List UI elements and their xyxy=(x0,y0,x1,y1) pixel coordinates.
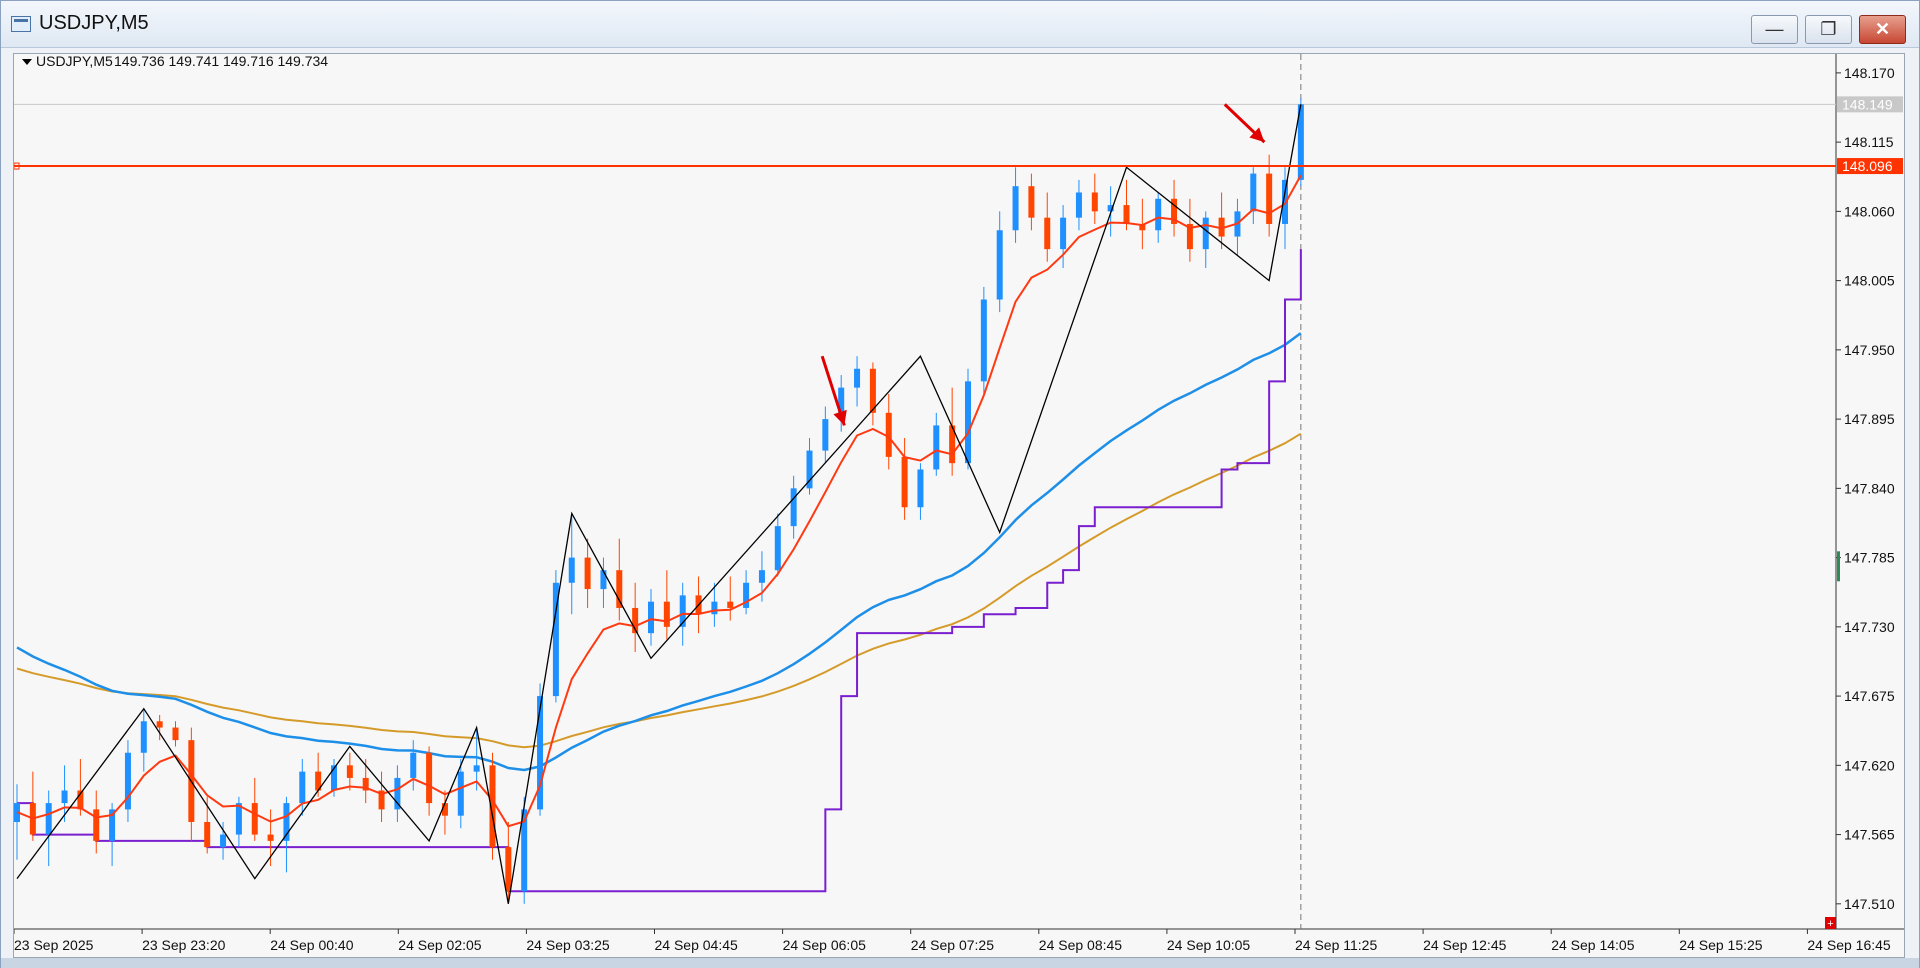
candle-body xyxy=(854,368,861,388)
plot-background xyxy=(14,54,1836,929)
candle-body xyxy=(299,771,306,804)
candle-body xyxy=(61,790,68,804)
candle-body xyxy=(1250,173,1257,212)
candle-body xyxy=(1266,173,1273,224)
candle-body xyxy=(457,771,464,816)
candle xyxy=(521,796,528,904)
candle-body xyxy=(45,803,52,835)
candle-body xyxy=(220,834,227,848)
candle-body xyxy=(204,821,211,848)
price-tick-label: 147.675 xyxy=(1844,688,1895,704)
title-bar[interactable]: USDJPY,M5 — ❐ ✕ xyxy=(1,1,1919,48)
time-tick-label: 24 Sep 14:05 xyxy=(1551,937,1635,953)
time-tick-label: 24 Sep 08:45 xyxy=(1039,937,1123,953)
current-price-label: 148.149 xyxy=(1842,96,1893,112)
time-tick-label: 24 Sep 12:45 xyxy=(1423,937,1507,953)
candle-body xyxy=(616,570,623,608)
level-price-label: 148.096 xyxy=(1842,158,1893,174)
price-tick-label: 148.115 xyxy=(1844,134,1894,150)
candle-body xyxy=(996,230,1003,300)
time-tick-label: 24 Sep 11:25 xyxy=(1295,937,1377,953)
candle-body xyxy=(822,419,829,451)
minimize-button[interactable]: — xyxy=(1751,15,1798,44)
time-tick-label: 24 Sep 07:25 xyxy=(911,937,995,953)
time-tick-label: 24 Sep 16:45 xyxy=(1807,937,1891,953)
candle-body xyxy=(426,752,433,804)
candle-body xyxy=(663,601,670,627)
candle-body xyxy=(1028,186,1035,218)
price-tick-label: 147.950 xyxy=(1844,342,1895,358)
candle-body xyxy=(901,456,908,508)
time-tick-label: 24 Sep 06:05 xyxy=(783,937,867,953)
candle-body xyxy=(1060,217,1067,250)
candle-body xyxy=(346,765,353,778)
candle-body xyxy=(1012,186,1019,231)
candle xyxy=(980,286,987,394)
candle-body xyxy=(965,381,971,464)
candle xyxy=(552,570,559,703)
time-tick-label: 24 Sep 04:45 xyxy=(655,937,739,953)
candle-body xyxy=(727,601,734,608)
candle-body xyxy=(251,803,258,835)
volume-marker xyxy=(1837,551,1840,582)
candle-body xyxy=(1155,198,1162,231)
candle-body xyxy=(473,765,480,772)
candle-body xyxy=(933,425,940,470)
candle-body xyxy=(1044,217,1051,250)
candle xyxy=(965,368,971,470)
price-tick-label: 148.060 xyxy=(1844,203,1895,219)
price-tick-label: 147.565 xyxy=(1844,827,1895,843)
candle-body xyxy=(1091,192,1098,212)
candle-body xyxy=(774,526,781,571)
candle-body xyxy=(140,721,147,753)
price-tick-label: 147.510 xyxy=(1844,896,1895,912)
candle-body xyxy=(584,557,591,590)
candle xyxy=(537,683,544,816)
chart-window: USDJPY,M5 — ❐ ✕ USDJPY,M5 149.736 149.74… xyxy=(0,0,1920,968)
candle-body xyxy=(410,752,417,778)
close-button[interactable]: ✕ xyxy=(1859,15,1906,44)
candle-body xyxy=(156,721,163,728)
candle-body xyxy=(711,601,718,615)
price-tick-label: 147.620 xyxy=(1844,757,1895,773)
candle-body xyxy=(172,727,179,741)
chart-window-icon xyxy=(11,16,31,32)
price-tick-label: 147.895 xyxy=(1844,411,1895,427)
candle-body xyxy=(1202,217,1209,250)
candle xyxy=(1297,98,1304,187)
price-chart[interactable]: USDJPY,M5 149.736 149.741 149.716 149.73… xyxy=(13,53,1904,957)
expand-icon-glyph: + xyxy=(1827,918,1833,930)
candle-body xyxy=(1075,192,1082,218)
time-tick-label: 23 Sep 23:20 xyxy=(142,937,226,953)
time-tick-label: 24 Sep 15:25 xyxy=(1679,937,1763,953)
maximize-button[interactable]: ❐ xyxy=(1805,15,1852,44)
window-title: USDJPY,M5 xyxy=(39,12,149,34)
price-tick-label: 148.005 xyxy=(1844,273,1895,289)
candle-body xyxy=(980,299,987,382)
symbol-label: USDJPY,M5 xyxy=(36,54,113,69)
candle-body xyxy=(568,557,575,583)
candle-body xyxy=(505,847,512,892)
chart-area[interactable]: USDJPY,M5 149.736 149.741 149.716 149.73… xyxy=(13,53,1905,958)
price-tick-label: 147.785 xyxy=(1844,550,1895,566)
time-tick-label: 24 Sep 00:40 xyxy=(270,937,354,953)
status-strip xyxy=(1,958,1919,968)
price-tick-label: 148.170 xyxy=(1844,65,1895,81)
candle-body xyxy=(790,488,797,527)
ohlc-readout: 149.736 149.741 149.716 149.734 xyxy=(114,54,328,69)
time-tick-label: 24 Sep 02:05 xyxy=(398,937,482,953)
candle-body xyxy=(917,469,924,508)
candle-body xyxy=(1123,205,1130,224)
price-tick-label: 147.840 xyxy=(1844,480,1895,496)
price-tick-label: 147.730 xyxy=(1844,619,1895,635)
time-tick-label: 23 Sep 2025 xyxy=(14,937,94,953)
candle-body xyxy=(600,570,607,590)
candle-body xyxy=(758,570,765,583)
time-tick-label: 24 Sep 10:05 xyxy=(1167,937,1251,953)
candle-body xyxy=(267,834,274,841)
candle-body xyxy=(648,601,654,634)
candle-body xyxy=(93,809,100,841)
time-tick-label: 24 Sep 03:25 xyxy=(526,937,610,953)
